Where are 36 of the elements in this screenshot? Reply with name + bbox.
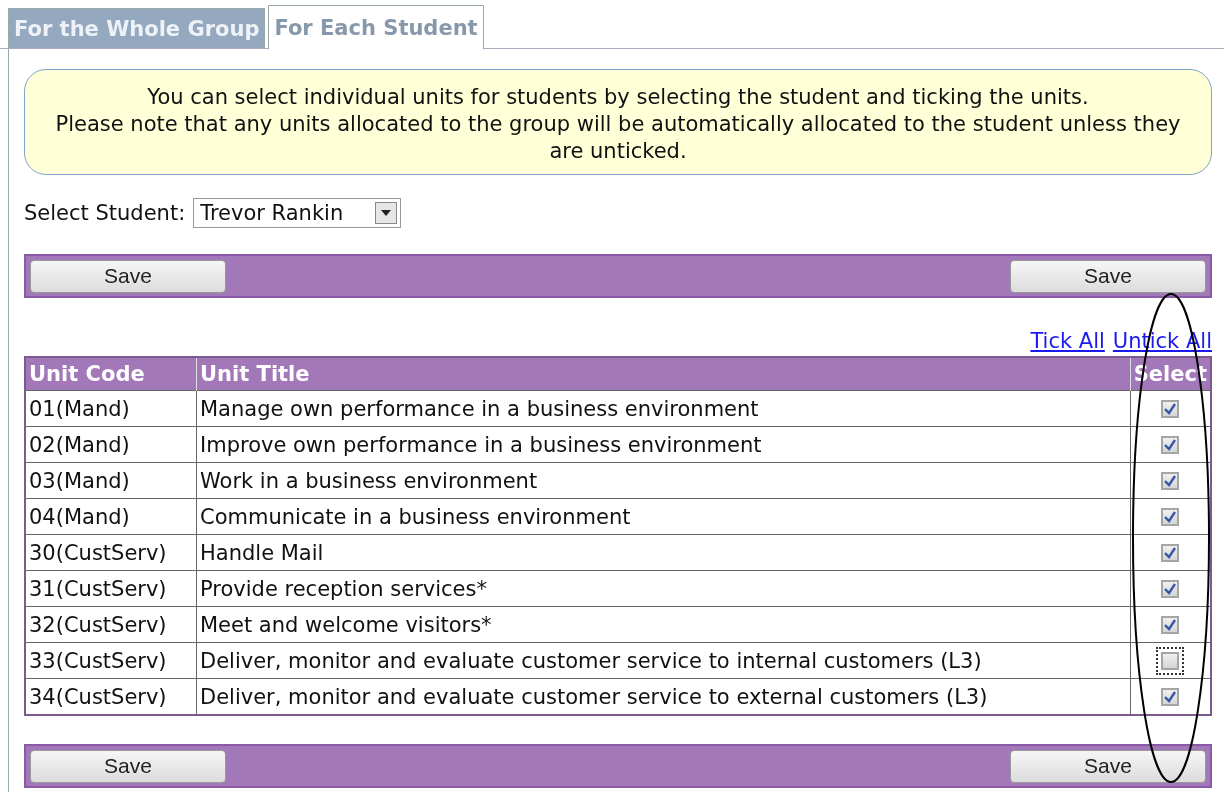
checkmark-icon — [1163, 689, 1178, 704]
table-cell: 01(Mand) — [25, 390, 197, 427]
save-button[interactable]: Save — [30, 259, 226, 293]
student-dropdown[interactable]: Trevor Rankin — [193, 198, 402, 228]
table-cell: Meet and welcome visitors* — [196, 606, 1131, 643]
checkmark-icon — [1163, 545, 1178, 560]
checkmark-icon — [1163, 509, 1178, 524]
checkmark-icon — [1163, 617, 1178, 632]
table-cell: 03(Mand) — [25, 462, 197, 499]
field-label: Select Student: — [24, 201, 186, 225]
link[interactable]: Tick All — [1030, 329, 1105, 353]
table-cell: 30(CustServ) — [25, 534, 197, 571]
table-cell: Deliver, monitor and evaluate customer service to internal customers (L3) — [196, 642, 1131, 679]
notice-text: Please note that any units allocated to the group will be automatically allocated to the student unless they are unticked. — [54, 111, 1182, 165]
checkmark-icon — [1163, 473, 1178, 488]
table-cell: Manage own performance in a business environment — [196, 390, 1131, 427]
table-cell: 31(CustServ) — [25, 570, 197, 607]
checkmark-icon — [1163, 401, 1178, 416]
table-cell: 04(Mand) — [25, 498, 197, 535]
table-cell: 02(Mand) — [25, 426, 197, 463]
table-cell: Provide reception services* — [196, 570, 1131, 607]
checkmark-icon — [1163, 581, 1178, 596]
save-button[interactable]: Save — [1010, 749, 1206, 783]
table-cell: 33(CustServ) — [25, 642, 197, 679]
column-header: Unit Title — [196, 357, 1131, 391]
checkmark-icon — [1163, 437, 1178, 452]
table-cell: 32(CustServ) — [25, 606, 197, 643]
table-cell: Handle Mail — [196, 534, 1131, 571]
checkbox[interactable] — [1156, 646, 1185, 675]
save-button[interactable]: Save — [30, 749, 226, 783]
column-header: Unit Code — [25, 357, 197, 391]
table-cell: Work in a business environment — [196, 462, 1131, 499]
table-cell: Improve own performance in a business environment — [196, 426, 1131, 463]
save-button[interactable]: Save — [1010, 259, 1206, 293]
notice-text: You can select individual units for students by selecting the student and ticking the units. — [146, 84, 1090, 111]
table-cell: Communicate in a business environment — [196, 498, 1131, 535]
